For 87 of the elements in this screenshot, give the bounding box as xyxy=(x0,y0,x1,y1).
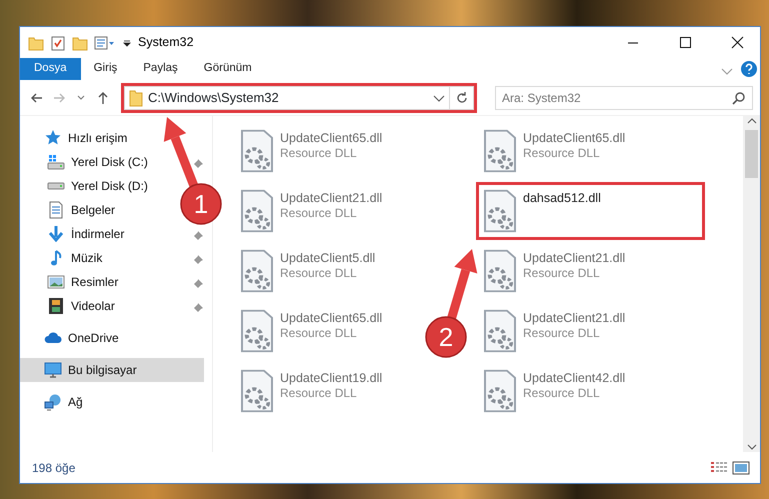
refresh-icon xyxy=(454,90,468,104)
dll-file-icon xyxy=(240,249,274,293)
file-item[interactable]: UpdateClient21.dll Resource DLL xyxy=(476,242,632,300)
file-item[interactable]: UpdateClient65.dll Resource DLL xyxy=(476,122,632,180)
scrollbar[interactable] xyxy=(743,116,760,452)
dll-file-icon xyxy=(483,249,517,293)
file-item[interactable]: UpdateClient21.dll Resource DLL xyxy=(476,302,632,360)
file-name: UpdateClient65.dll xyxy=(280,131,382,146)
file-item[interactable]: dahsad512.dll xyxy=(476,182,705,240)
dll-file-icon xyxy=(483,369,517,413)
file-type: Resource DLL xyxy=(523,326,601,341)
file-type: Resource DLL xyxy=(523,146,601,161)
sidebar-item[interactable]: Yerel Disk (D:) xyxy=(20,174,154,198)
refresh-button[interactable] xyxy=(450,86,474,110)
file-name: UpdateClient19.dll xyxy=(280,371,382,386)
sidebar-item[interactable]: Müzik xyxy=(20,246,108,270)
picture-icon xyxy=(732,460,750,474)
file-name: UpdateClient65.dll xyxy=(523,131,626,146)
sidebar-item[interactable]: İndirmeler xyxy=(20,222,130,246)
chevron-up-icon xyxy=(746,116,756,126)
drive-icon xyxy=(47,182,65,190)
sidebar-item[interactable]: OneDrive xyxy=(20,326,125,350)
help-icon[interactable] xyxy=(738,58,760,80)
scrollbar-thumb[interactable] xyxy=(745,130,758,178)
arrow xyxy=(164,117,199,189)
folder-icon xyxy=(129,88,143,106)
file-name: UpdateClient21.dll xyxy=(523,311,626,326)
file-type: Resource DLL xyxy=(280,266,358,281)
music-note-icon xyxy=(50,249,62,267)
properties-icon[interactable] xyxy=(94,34,116,50)
window-title: System32 xyxy=(138,34,194,52)
address-bar[interactable]: C:\Windows\System32 xyxy=(124,86,450,110)
sidebar-item[interactable]: Hızlı erişim xyxy=(20,126,134,150)
step-number-badge: 1 xyxy=(180,183,222,225)
chevron-down-icon xyxy=(77,95,85,100)
sidebar-item[interactable]: Bu bilgisayar xyxy=(20,358,204,382)
checklist-icon[interactable] xyxy=(50,34,66,50)
file-item[interactable]: UpdateClient65.dll Resource DLL xyxy=(233,302,390,360)
sidebar-item[interactable]: Videolar xyxy=(20,294,121,318)
step-number-badge: 2 xyxy=(425,316,467,358)
film-icon xyxy=(49,297,63,315)
file-type: Resource DLL xyxy=(523,386,601,401)
dll-file-icon xyxy=(240,369,274,413)
file-type: Resource DLL xyxy=(280,326,358,341)
sidebar-item[interactable]: Ağ xyxy=(20,390,89,414)
star-icon xyxy=(44,129,62,147)
file-name: UpdateClient42.dll xyxy=(523,371,626,386)
dll-file-icon xyxy=(483,189,517,233)
file-tab[interactable]: Dosya xyxy=(20,58,81,80)
network-icon xyxy=(44,393,62,411)
file-name: UpdateClient5.dll xyxy=(280,251,376,266)
file-item[interactable]: UpdateClient5.dll Resource DLL xyxy=(233,242,382,300)
search-icon xyxy=(732,90,746,104)
file-name: UpdateClient21.dll xyxy=(280,191,382,206)
item-count: 198 öğe xyxy=(32,460,76,476)
file-item[interactable]: UpdateClient42.dll Resource DLL xyxy=(476,362,632,420)
sidebar-item[interactable]: Resimler xyxy=(20,270,124,294)
document-icon xyxy=(49,201,63,219)
file-type: Resource DLL xyxy=(280,206,358,221)
picture-icon xyxy=(47,275,65,289)
dll-file-icon xyxy=(240,189,274,233)
ribbon-tab[interactable]: Paylaş xyxy=(130,58,191,80)
chevron-down-icon xyxy=(746,442,756,452)
minimize-icon xyxy=(628,42,638,44)
drive-icon xyxy=(47,154,65,170)
monitor-icon xyxy=(44,361,62,379)
file-item[interactable]: UpdateClient65.dll Resource DLL xyxy=(233,122,390,180)
sidebar-item[interactable]: Yerel Disk (C:) xyxy=(20,150,154,174)
file-type: Resource DLL xyxy=(523,266,601,281)
download-icon xyxy=(48,226,64,242)
dll-file-icon xyxy=(483,309,517,353)
dll-file-icon xyxy=(240,129,274,173)
details-view-icon xyxy=(710,460,728,474)
file-name: UpdateClient21.dll xyxy=(523,251,626,266)
dll-file-icon xyxy=(240,309,274,353)
file-type: Resource DLL xyxy=(280,386,358,401)
file-type: Resource DLL xyxy=(280,146,358,161)
cloud-icon xyxy=(44,332,62,344)
ribbon-tab[interactable]: Giriş xyxy=(80,58,130,80)
file-name: dahsad512.dll xyxy=(523,191,601,206)
file-name: UpdateClient65.dll xyxy=(280,311,382,326)
dll-file-icon xyxy=(483,129,517,173)
file-item[interactable]: UpdateClient21.dll Resource DLL xyxy=(233,182,390,240)
ribbon-tab[interactable]: Görünüm xyxy=(190,58,265,80)
search-field[interactable]: Ara: System32 xyxy=(495,86,753,110)
sidebar-item[interactable]: Belgeler xyxy=(20,198,122,222)
file-item[interactable]: UpdateClient19.dll Resource DLL xyxy=(233,362,390,420)
